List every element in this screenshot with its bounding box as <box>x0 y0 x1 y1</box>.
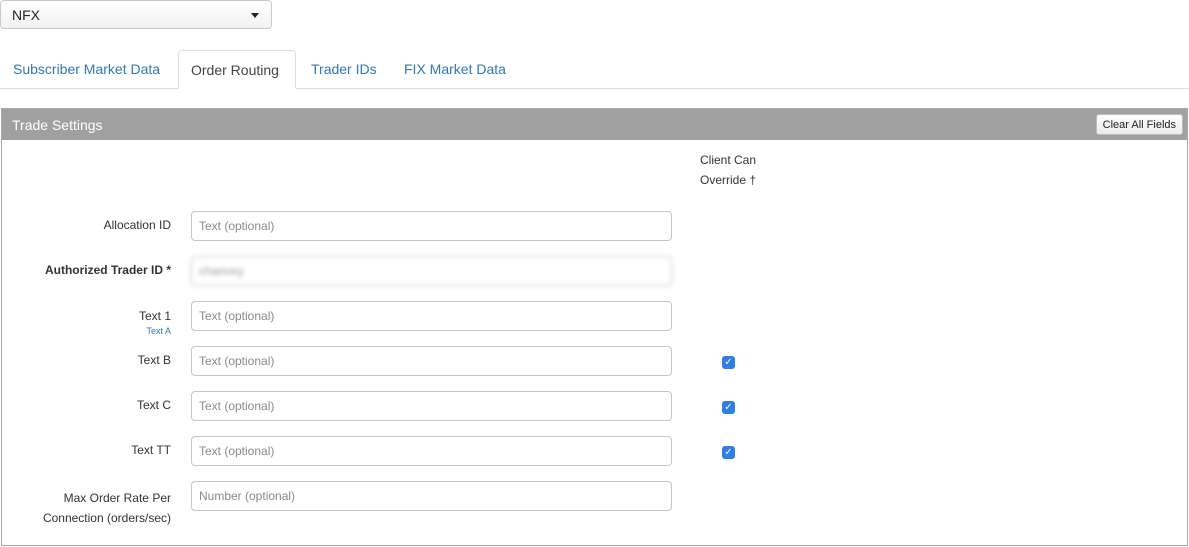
override-header-line: Client Can <box>700 153 757 167</box>
text-1-label-text: Text 1 <box>138 309 171 323</box>
text-tt-override-checkbox[interactable]: ✓ <box>722 446 735 459</box>
tab-trader-ids[interactable]: Trader IDs <box>311 50 377 88</box>
market-select[interactable]: NFX <box>0 0 272 29</box>
max-order-rate-label-line: Max Order Rate Per <box>63 491 171 505</box>
check-icon: ✓ <box>724 402 733 413</box>
clear-all-fields-button[interactable]: Clear All Fields <box>1095 114 1183 135</box>
tab-subscriber-market-data[interactable]: Subscriber Market Data <box>13 50 160 88</box>
text-tt-input[interactable] <box>191 436 672 466</box>
chevron-down-icon <box>251 13 259 18</box>
check-icon: ✓ <box>724 357 733 368</box>
text-c-override-checkbox[interactable]: ✓ <box>722 401 735 414</box>
override-header-line: Override † <box>700 173 757 187</box>
text-b-input[interactable] <box>191 346 672 376</box>
max-order-rate-input[interactable] <box>191 481 672 511</box>
tab-order-routing[interactable]: Order Routing <box>178 50 296 89</box>
tab-label: FIX Market Data <box>404 61 506 77</box>
text-b-label: Text B <box>137 353 171 367</box>
authorized-trader-id-input[interactable] <box>191 256 672 286</box>
panel-title: Trade Settings <box>12 116 103 133</box>
tab-fix-market-data[interactable]: FIX Market Data <box>404 50 506 88</box>
text-1-label: Text 1 Text A <box>139 309 171 336</box>
allocation-id-input[interactable] <box>191 211 672 241</box>
text-1-sublabel: Text A <box>146 326 171 336</box>
max-order-rate-label-line: Connection (orders/sec) <box>42 511 171 525</box>
panel-header: Trade Settings Clear All Fields <box>2 109 1187 140</box>
text-1-input[interactable] <box>191 301 672 331</box>
allocation-id-label: Allocation ID <box>103 218 171 232</box>
text-tt-label: Text TT <box>131 443 171 457</box>
check-icon: ✓ <box>724 447 733 458</box>
max-order-rate-label: Max Order Rate Per Connection (orders/se… <box>43 488 171 528</box>
tab-bar: Subscriber Market Data Order Routing Tra… <box>0 50 1189 89</box>
text-c-input[interactable] <box>191 391 672 421</box>
market-select-value: NFX <box>12 6 40 23</box>
page: NFX Subscriber Market Data Order Routing… <box>0 0 1189 547</box>
authorized-trader-id-label: Authorized Trader ID * <box>44 263 171 277</box>
tab-label: Trader IDs <box>311 61 377 77</box>
tab-label: Subscriber Market Data <box>13 61 161 77</box>
client-override-header: Client Can Override † <box>700 150 756 190</box>
tab-label: Order Routing <box>191 61 279 78</box>
text-c-label: Text C <box>136 398 171 412</box>
text-b-override-checkbox[interactable]: ✓ <box>722 356 735 369</box>
